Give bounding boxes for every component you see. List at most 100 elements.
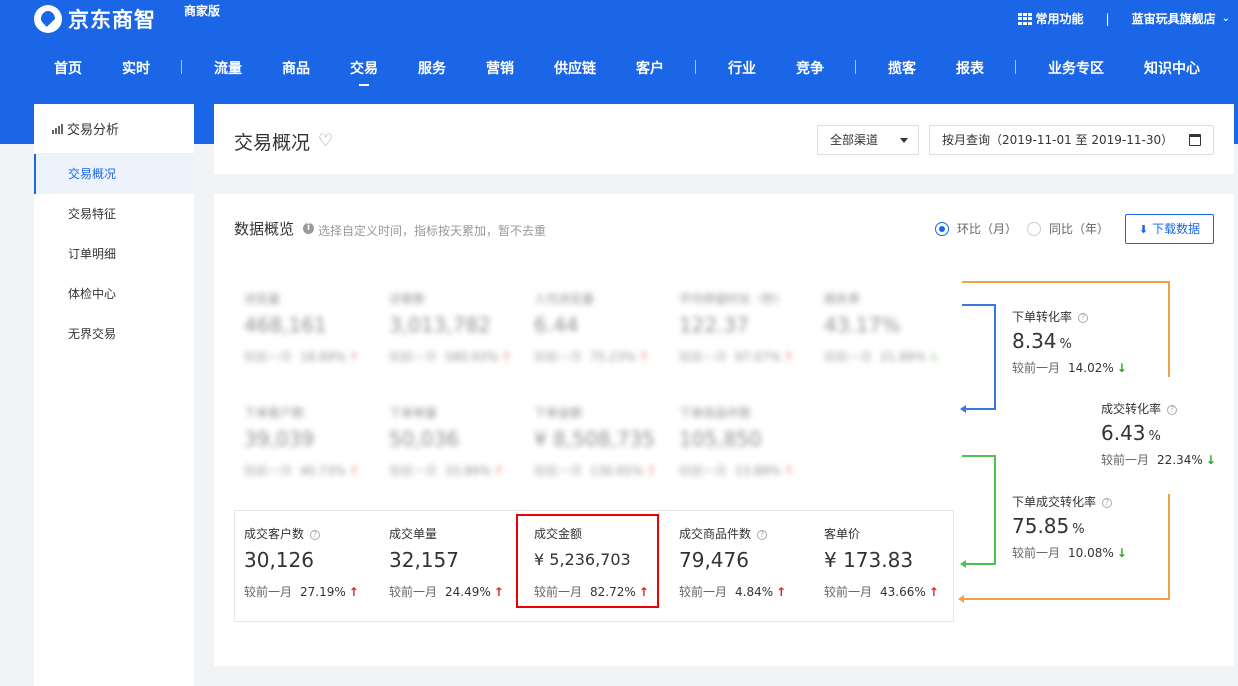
help-icon[interactable]: ? xyxy=(757,530,768,540)
funnel-transaction-conversion[interactable]: 成交转化率? 6.43% 较前一月 22.34% ↓ xyxy=(1101,400,1216,468)
metric-avg-order-value[interactable]: 客单价 ¥ 173.83 较前一月 43.66% ↑ xyxy=(824,525,964,600)
nav-marketing[interactable]: 营销 xyxy=(486,58,514,78)
nav-divider xyxy=(1015,60,1016,74)
metric-value: ¥ 173.83 xyxy=(824,548,914,572)
metric-pct: 40.73% xyxy=(300,464,346,478)
nav-acquire[interactable]: 揽客 xyxy=(888,58,916,78)
sidebar-item-overview[interactable]: 交易概况 xyxy=(34,154,194,194)
nav-products[interactable]: 商品 xyxy=(282,58,310,78)
arrow-down-icon: ↓ xyxy=(1116,361,1127,375)
funnel-pct: 10.08% xyxy=(1068,546,1114,560)
arrow-up-icon: ↑ xyxy=(928,585,939,599)
download-icon: ⬇ xyxy=(1138,223,1149,236)
nav-service[interactable]: 服务 xyxy=(418,58,446,78)
channel-select[interactable]: 全部渠道 xyxy=(817,125,919,155)
metric-pct: 75.23% xyxy=(590,350,636,364)
funnel-value: 8.34 xyxy=(1012,329,1057,353)
main-nav: 首页 实时 流量 商品 交易 服务 营销 供应链 客户 行业 竞争 揽客 报表 … xyxy=(0,58,1238,88)
metric-card: 平均停留时长（秒） 122.37 较前一月 97.07% ↑ xyxy=(679,290,819,365)
metric-pct: 43.66% xyxy=(880,585,926,599)
common-functions-link[interactable]: 常用功能 xyxy=(1036,10,1084,27)
funnel-unit: % xyxy=(1059,337,1072,352)
help-icon[interactable]: ? xyxy=(1167,405,1178,415)
edition-label: 商家版 xyxy=(184,4,221,18)
sidebar-item-checkup[interactable]: 体检中心 xyxy=(34,274,194,314)
compare-label: 较前一月 xyxy=(679,350,728,364)
radio-yoy[interactable] xyxy=(1027,221,1042,236)
sidebar-item-boundless[interactable]: 无界交易 xyxy=(34,314,194,354)
info-icon: i xyxy=(303,223,314,234)
metric-card: 下单金额 ¥ 8,508,735 较前一月 130.65% ↑ xyxy=(534,404,674,479)
arrow-up-icon: ↑ xyxy=(493,585,504,599)
grid-icon[interactable] xyxy=(1017,12,1032,25)
metric-transaction-orders[interactable]: 成交单量 32,157 较前一月 24.49% ↑ xyxy=(389,525,529,600)
metric-value: 30,126 xyxy=(244,548,314,572)
help-icon[interactable]: ? xyxy=(310,530,321,540)
funnel-value: 75.85 xyxy=(1012,514,1070,538)
logo-text: 京东商智 xyxy=(68,8,156,32)
metric-label: 成交客户数 xyxy=(244,527,305,541)
sidebar-item-order-details[interactable]: 订单明细 xyxy=(34,234,194,274)
metric-transaction-items[interactable]: 成交商品件数? 79,476 较前一月 4.84% ↑ xyxy=(679,525,819,600)
heart-icon[interactable]: ♡ xyxy=(318,131,333,151)
nav-knowledge[interactable]: 知识中心 xyxy=(1144,58,1200,78)
download-button[interactable]: ⬇ 下载数据 xyxy=(1125,214,1214,244)
nav-transaction[interactable]: 交易 xyxy=(350,58,378,86)
arrow-up-icon: ↑ xyxy=(783,464,794,478)
arrow-up-icon: ↑ xyxy=(638,350,649,364)
metric-pct: 580.93% xyxy=(445,350,499,364)
arrow-up-icon: ↑ xyxy=(783,350,794,364)
download-label: 下载数据 xyxy=(1152,222,1201,236)
sidebar-item-features[interactable]: 交易特征 xyxy=(34,194,194,234)
arrow-up-icon: ↑ xyxy=(348,350,359,364)
compare-label: 较前一月 xyxy=(824,585,873,599)
compare-label: 较前一月 xyxy=(824,350,873,364)
metric-pct: 13.88% xyxy=(735,464,781,478)
metric-card: 下单客户数 39,039 较前一月 40.73% ↑ xyxy=(244,404,384,479)
arrow-up-icon: ↑ xyxy=(348,585,359,599)
jd-logo[interactable]: 京东商智 xyxy=(34,4,156,34)
metric-value: 79,476 xyxy=(679,548,749,572)
metric-transaction-customers[interactable]: 成交客户数? 30,126 较前一月 27.19% ↑ xyxy=(244,525,384,600)
nav-competition[interactable]: 竞争 xyxy=(796,58,824,78)
metric-pct: 4.84% xyxy=(735,585,774,599)
metric-value: 122.37 xyxy=(679,313,749,337)
nav-divider xyxy=(181,60,182,74)
metrics-grid: 浏览量 468,161 较前一月 18.89% ↑ 访客数 3,013,782 较前… xyxy=(234,266,954,622)
arrow-up-icon: ↑ xyxy=(501,350,512,364)
arrow-up-icon: ↑ xyxy=(348,464,359,478)
compare-label: 较前一月 xyxy=(389,585,438,599)
nav-supply-chain[interactable]: 供应链 xyxy=(554,58,596,78)
store-name[interactable]: 蓝宙玩具旗舰店 xyxy=(1132,10,1216,27)
metric-value: 3,013,782 xyxy=(389,313,491,337)
radio-mom[interactable] xyxy=(935,221,949,236)
caret-down-icon xyxy=(900,138,908,143)
nav-reports[interactable]: 报表 xyxy=(956,58,984,78)
compare-label: 较前一月 xyxy=(1012,546,1061,560)
funnel-order-conversion[interactable]: 下单转化率? 8.34% 较前一月 14.02% ↓ xyxy=(1012,308,1127,376)
nav-business-zone[interactable]: 业务专区 xyxy=(1048,58,1104,78)
metric-value: 468,161 xyxy=(244,313,327,337)
metric-label: 跳失率 xyxy=(824,292,861,306)
radio-yoy-label[interactable]: 同比（年） xyxy=(1049,220,1109,237)
help-icon[interactable]: ? xyxy=(1078,313,1089,323)
date-range-picker[interactable]: 按月查询（2019-11-01 至 2019-11-30） xyxy=(929,125,1214,155)
nav-realtime[interactable]: 实时 xyxy=(122,58,150,78)
compare-label: 较前一月 xyxy=(1012,361,1061,375)
sidebar-heading[interactable]: 交易分析 xyxy=(34,104,194,154)
nav-traffic[interactable]: 流量 xyxy=(214,58,242,78)
nav-home[interactable]: 首页 xyxy=(54,58,82,78)
page-title: 交易概况 xyxy=(234,132,311,154)
radio-mom-label[interactable]: 环比（月） xyxy=(957,220,1017,237)
metric-pct: 130.65% xyxy=(590,464,644,478)
help-icon[interactable]: ? xyxy=(1102,498,1113,508)
chevron-down-icon[interactable]: ⌄ xyxy=(1222,13,1230,24)
funnel-unit: % xyxy=(1072,522,1085,537)
nav-divider xyxy=(855,60,856,74)
funnel-order-to-transaction[interactable]: 下单成交转化率? 75.85% 较前一月 10.08% ↓ xyxy=(1012,493,1127,561)
nav-industry[interactable]: 行业 xyxy=(728,58,756,78)
overview-panel: 数据概览 i 选择自定义时间，指标按天累加，暂不去重 环比（月） 同比（年） ⬇… xyxy=(214,194,1234,666)
metric-value: 32,157 xyxy=(389,548,459,572)
metric-pct: 21.89% xyxy=(880,350,926,364)
nav-customers[interactable]: 客户 xyxy=(636,58,664,78)
